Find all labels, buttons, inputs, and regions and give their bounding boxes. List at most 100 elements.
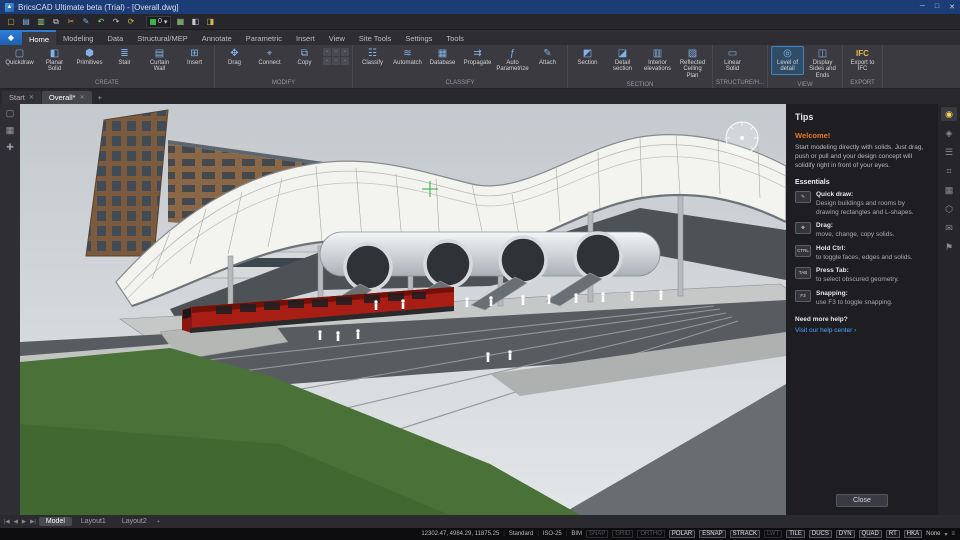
- toggle-grid[interactable]: GRID: [612, 530, 633, 538]
- level-of-detail-button[interactable]: ◎Level of detail: [771, 46, 804, 75]
- undo-icon[interactable]: ↶: [95, 16, 107, 28]
- edit-icon[interactable]: ✎: [80, 16, 92, 28]
- toggle-strack[interactable]: STRACK: [730, 530, 760, 538]
- navigation-compass[interactable]: [726, 122, 758, 154]
- next-layout-icon[interactable]: ▶: [21, 519, 27, 525]
- regen-icon[interactable]: ⟳: [125, 16, 137, 28]
- current-style[interactable]: Standard: [509, 531, 533, 537]
- reflected-ceiling-plan-button[interactable]: ▨Reflected Ceiling Plan: [676, 46, 709, 81]
- detail-section-button[interactable]: ◪Detail section: [606, 46, 639, 75]
- new-document-button[interactable]: +: [93, 91, 107, 104]
- chevron-down-icon[interactable]: ▾: [944, 531, 947, 538]
- tab-settings[interactable]: Settings: [398, 30, 439, 45]
- status-menu-icon[interactable]: ≡: [951, 531, 955, 537]
- propagate-button[interactable]: ⇉Propagate: [461, 46, 494, 68]
- cut-icon[interactable]: ✂: [65, 16, 77, 28]
- tips-panel-icon[interactable]: ◉: [941, 107, 957, 121]
- toggle-rt[interactable]: RT: [886, 530, 900, 538]
- tab-modeling[interactable]: Modeling: [56, 30, 100, 45]
- tab-annotate[interactable]: Annotate: [195, 30, 239, 45]
- toggle-esnap[interactable]: ESNAP: [699, 530, 725, 538]
- primitives-button[interactable]: ⬢Primitives: [73, 46, 106, 68]
- section-button[interactable]: ◩Section: [571, 46, 604, 68]
- tips-close-button[interactable]: Close: [836, 494, 888, 507]
- linear-solid-button[interactable]: ▭Linear Solid: [716, 46, 749, 75]
- properties-icon[interactable]: ◧: [189, 16, 201, 28]
- tab-home[interactable]: Home: [22, 30, 56, 45]
- components-panel-icon[interactable]: ⬡: [941, 202, 957, 216]
- auto-parametrize-button[interactable]: ƒAuto Parametrize: [496, 46, 529, 75]
- close-icon[interactable]: ✕: [80, 94, 85, 101]
- export-to-ifc-button[interactable]: IFCExport to IFC: [846, 46, 879, 75]
- close-icon[interactable]: ✕: [29, 94, 34, 101]
- attachments-panel-icon[interactable]: ⚑: [941, 240, 957, 254]
- workspace-icon[interactable]: ▢: [6, 108, 15, 119]
- first-layout-icon[interactable]: |◀: [3, 519, 11, 525]
- redo-icon[interactable]: ↷: [110, 16, 122, 28]
- bricscad-menu-button[interactable]: ◆: [0, 30, 22, 45]
- automatch-button[interactable]: ≋Automatch: [391, 46, 424, 68]
- model-viewport[interactable]: [20, 104, 786, 515]
- ribbon-group-modify: ✥Drag ⌖Connect ⧉Copy ▫▫▫ ▫▫▫ MODIFY: [215, 45, 353, 88]
- toggle-hka[interactable]: HKA: [904, 530, 922, 538]
- layers-panel-icon[interactable]: ▦: [941, 183, 957, 197]
- attach-button[interactable]: ✎Attach: [531, 46, 564, 68]
- layers-icon[interactable]: ▦: [174, 16, 186, 28]
- layout-tab-layout1[interactable]: Layout1: [74, 517, 113, 526]
- selection-mode[interactable]: None: [926, 531, 940, 537]
- add-layout-button[interactable]: +: [156, 519, 161, 525]
- layout-tab-model[interactable]: Model: [39, 517, 72, 526]
- tab-view[interactable]: View: [322, 30, 352, 45]
- workspace-field[interactable]: BIM: [571, 531, 582, 537]
- curtain-wall-button[interactable]: ▤Curtain Wall: [143, 46, 176, 75]
- add-panel-icon[interactable]: ✚: [6, 142, 14, 153]
- properties-panel-icon[interactable]: ⌗: [941, 164, 957, 178]
- settings-icon[interactable]: ◨: [204, 16, 216, 28]
- insert-button[interactable]: ⊞Insert: [178, 46, 211, 68]
- dim-style[interactable]: ISO-25: [543, 531, 562, 537]
- open-icon[interactable]: ▤: [20, 16, 32, 28]
- maximize-button[interactable]: □: [935, 3, 939, 11]
- tab-structural-mep[interactable]: Structural/MEP: [130, 30, 194, 45]
- interior-elevations-button[interactable]: ▥Interior elevations: [641, 46, 674, 75]
- quickdraw-button[interactable]: ▢Quickdraw: [3, 46, 36, 68]
- layout-tab-layout2[interactable]: Layout2: [115, 517, 154, 526]
- new-icon[interactable]: ▢: [5, 16, 17, 28]
- layers-panel-icon[interactable]: ▦: [6, 125, 15, 136]
- close-button[interactable]: ✕: [949, 3, 955, 11]
- tab-tools[interactable]: Tools: [439, 30, 471, 45]
- help-center-link[interactable]: Visit our help center ›: [795, 327, 929, 336]
- toggle-snap[interactable]: SNAP: [586, 530, 608, 538]
- database-button[interactable]: ▦Database: [426, 46, 459, 68]
- doc-tab-overall[interactable]: Overall* ✕: [42, 91, 92, 104]
- save-icon[interactable]: ▥: [35, 16, 47, 28]
- display-sides-ends-button[interactable]: ◫Display Sides and Ends: [806, 46, 839, 81]
- classify-button[interactable]: ☷Classify: [356, 46, 389, 68]
- toggle-quad[interactable]: QUAD: [859, 530, 882, 538]
- minimize-button[interactable]: ─: [920, 3, 925, 11]
- structure-panel-icon[interactable]: ☰: [941, 145, 957, 159]
- toggle-polar[interactable]: POLAR: [669, 530, 695, 538]
- tab-site-tools[interactable]: Site Tools: [352, 30, 398, 45]
- copy-button[interactable]: ⧉Copy: [288, 46, 321, 68]
- toggle-ortho[interactable]: ORTHO: [637, 530, 665, 538]
- tab-parametric[interactable]: Parametric: [239, 30, 289, 45]
- planar-solid-button[interactable]: ◧Planar Solid: [38, 46, 71, 75]
- prev-layout-icon[interactable]: ◀: [13, 519, 19, 525]
- tab-data[interactable]: Data: [100, 30, 130, 45]
- drag-button[interactable]: ✥Drag: [218, 46, 251, 68]
- tab-insert[interactable]: Insert: [289, 30, 322, 45]
- copy-icon[interactable]: ⧉: [50, 16, 62, 28]
- toggle-tile[interactable]: TILE: [786, 530, 805, 538]
- layer-dropdown[interactable]: 0 ▾: [146, 16, 171, 28]
- toggle-dyn[interactable]: DYN: [836, 530, 855, 538]
- last-layout-icon[interactable]: ▶|: [29, 519, 37, 525]
- stair-button[interactable]: ≣Stair: [108, 46, 141, 68]
- report-panel-icon[interactable]: ✉: [941, 221, 957, 235]
- connect-button[interactable]: ⌖Connect: [253, 46, 286, 68]
- doc-tab-start[interactable]: Start ✕: [2, 91, 41, 104]
- modify-mini-buttons[interactable]: ▫▫▫ ▫▫▫: [323, 46, 349, 65]
- render-materials-icon[interactable]: ◈: [941, 126, 957, 140]
- toggle-ducs[interactable]: DUCS: [809, 530, 832, 538]
- toggle-lwt[interactable]: LWT: [764, 530, 782, 538]
